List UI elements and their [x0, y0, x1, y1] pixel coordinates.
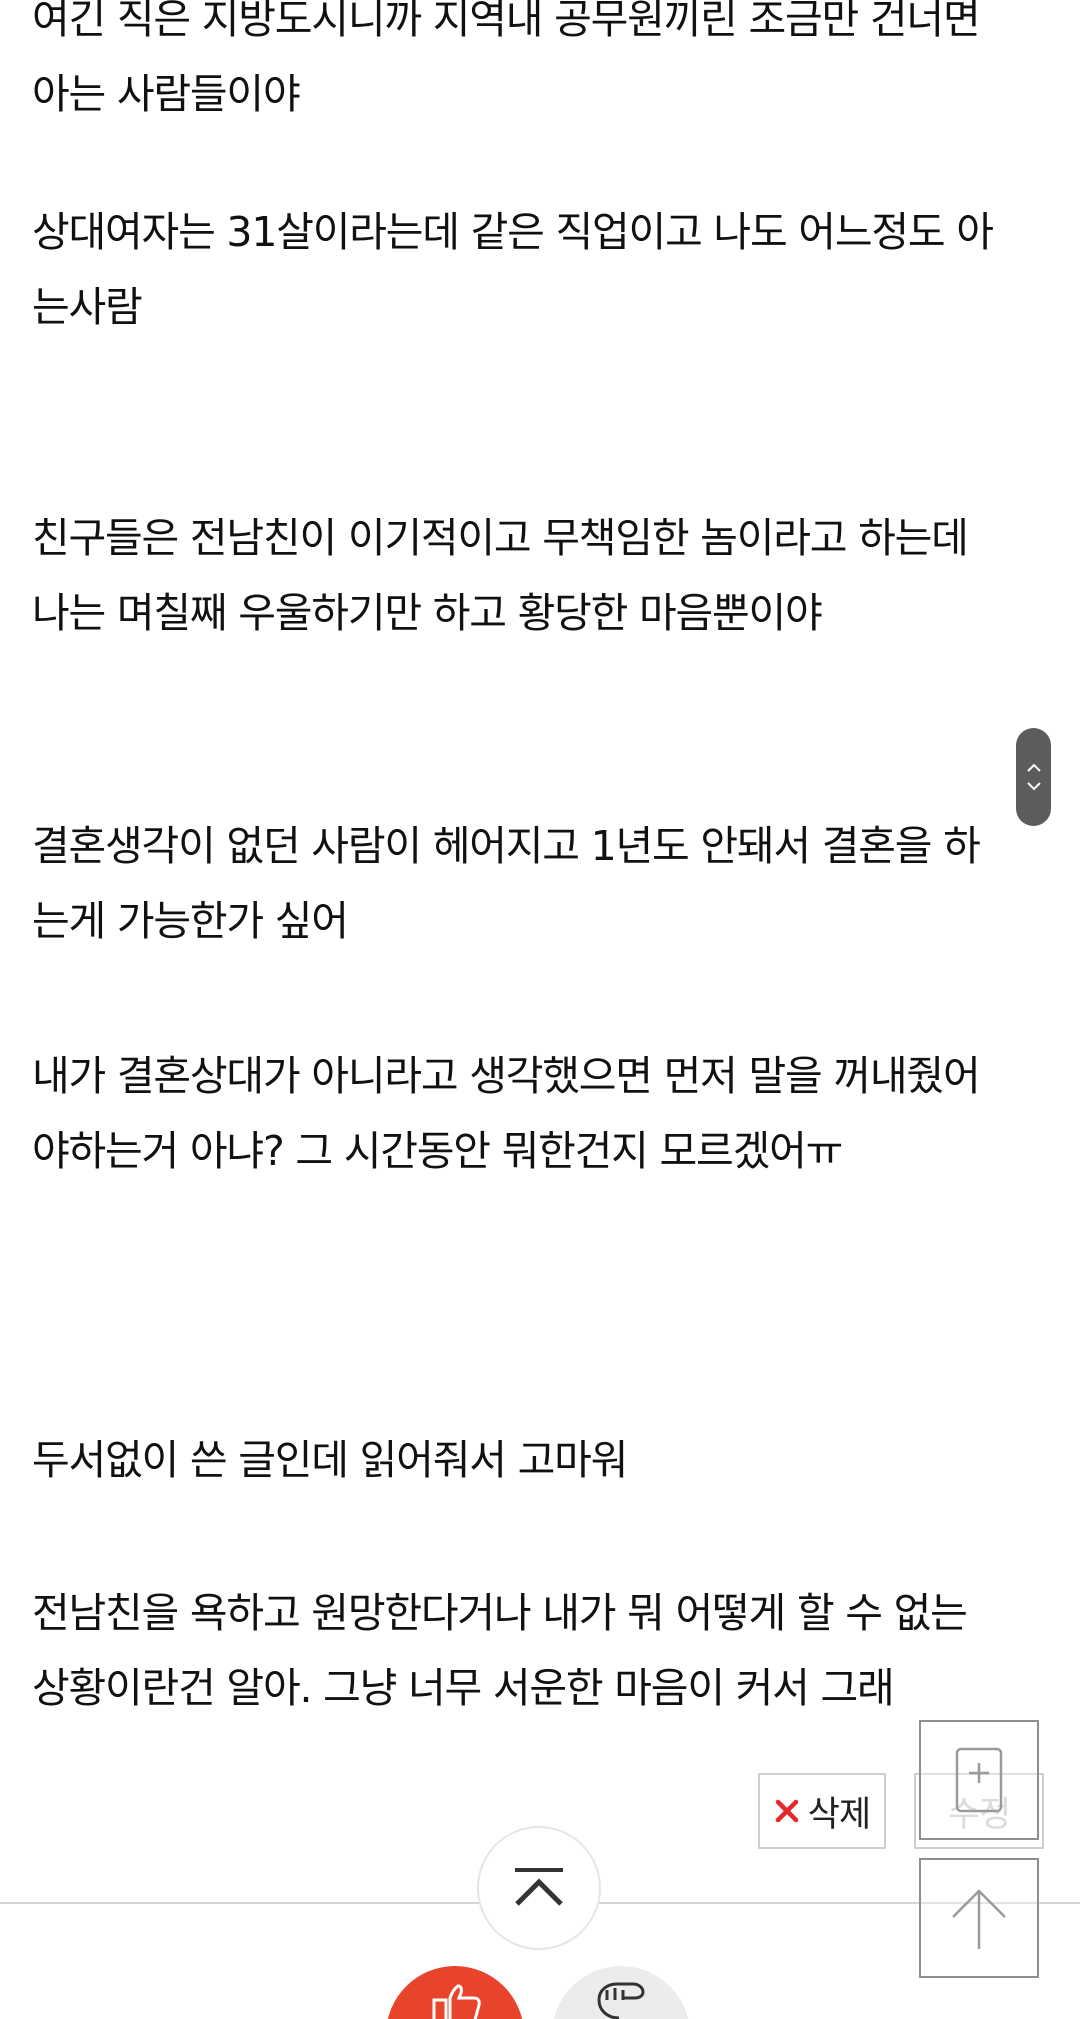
write-post-icon — [955, 1747, 1003, 1813]
post-text-line: 는게 가능한가 싶어 — [32, 897, 349, 945]
chevron-up-icon — [515, 1868, 563, 1906]
post-paragraph-7: 전남친을 욕하고 원망한다거나 내가 뭐 어떻게 할 수 없는 상황이란건 알아… — [32, 1576, 1042, 1726]
post-text-line: 나는 며칠째 우울하기만 하고 황당한 마음뿐이야 — [32, 589, 823, 637]
post-text-line: 야하는거 아냐? 그 시간동안 뭐한건지 모르겠어ㅠ — [32, 1127, 843, 1175]
post-text-line: 두서없이 쓴 글인데 읽어줘서 고마워 — [32, 1436, 628, 1484]
post-text-line: 는사람 — [32, 283, 143, 331]
chevron-down-icon — [1026, 782, 1041, 791]
delete-label: 삭제 — [807, 1794, 871, 1835]
post-text-line: 내가 결혼상대가 아니라고 생각했으면 먼저 말을 꺼내줬어 — [32, 1052, 981, 1100]
arrow-up-icon — [952, 1889, 1006, 1949]
collapse-button[interactable] — [477, 1826, 601, 1950]
close-icon — [775, 1799, 799, 1823]
thumbs-down-icon — [597, 1982, 645, 2019]
post-page: 여긴 직은 지방도시니까 지역내 공무원끼린 조금만 건너면 아는 사람들이야 … — [0, 0, 1080, 2019]
post-text-line: 상대여자는 31살이라는데 같은 직업이고 나도 어느정도 아 — [32, 208, 994, 256]
post-text-line: 친구들은 전남친이 이기적이고 무책임한 놈이라고 하는데 — [32, 514, 969, 562]
chevron-up-icon — [1026, 763, 1041, 772]
scroll-top-button[interactable] — [919, 1858, 1039, 1978]
post-text-line: 상황이란건 알아. 그냥 너무 서운한 마음이 커서 그래 — [32, 1664, 895, 1712]
post-paragraph-5: 내가 결혼상대가 아니라고 생각했으면 먼저 말을 꺼내줬어 야하는거 아냐? … — [32, 1039, 1042, 1189]
scrollbar-thumb[interactable] — [1016, 728, 1051, 826]
post-paragraph-3: 친구들은 전남친이 이기적이고 무책임한 놈이라고 하는데 나는 며칠째 우울하… — [32, 501, 1042, 651]
post-paragraph-6: 두서없이 쓴 글인데 읽어줘서 고마워 — [32, 1423, 1042, 1498]
dislike-button[interactable] — [552, 1966, 690, 2019]
thumbs-up-icon — [432, 1984, 481, 2019]
write-post-button[interactable] — [919, 1720, 1039, 1840]
post-text-line: 전남친을 욕하고 원망한다거나 내가 뭐 어떻게 할 수 없는 — [32, 1589, 968, 1637]
delete-button[interactable]: 삭제 — [758, 1773, 886, 1849]
post-text-line: 결혼생각이 없던 사람이 헤어지고 1년도 안돼서 결혼을 하 — [32, 822, 981, 870]
post-text-line: 아는 사람들이야 — [32, 70, 301, 118]
post-text-line: 여긴 직은 지방도시니까 지역내 공무원끼린 조금만 건너면 — [32, 0, 981, 43]
post-paragraph-4: 결혼생각이 없던 사람이 헤어지고 1년도 안돼서 결혼을 하 는게 가능한가 … — [32, 809, 1042, 959]
like-button[interactable] — [386, 1966, 524, 2019]
post-paragraph-2: 상대여자는 31살이라는데 같은 직업이고 나도 어느정도 아 는사람 — [32, 195, 1042, 345]
post-paragraph-1: 여긴 직은 지방도시니까 지역내 공무원끼린 조금만 건너면 아는 사람들이야 — [32, 0, 1042, 132]
